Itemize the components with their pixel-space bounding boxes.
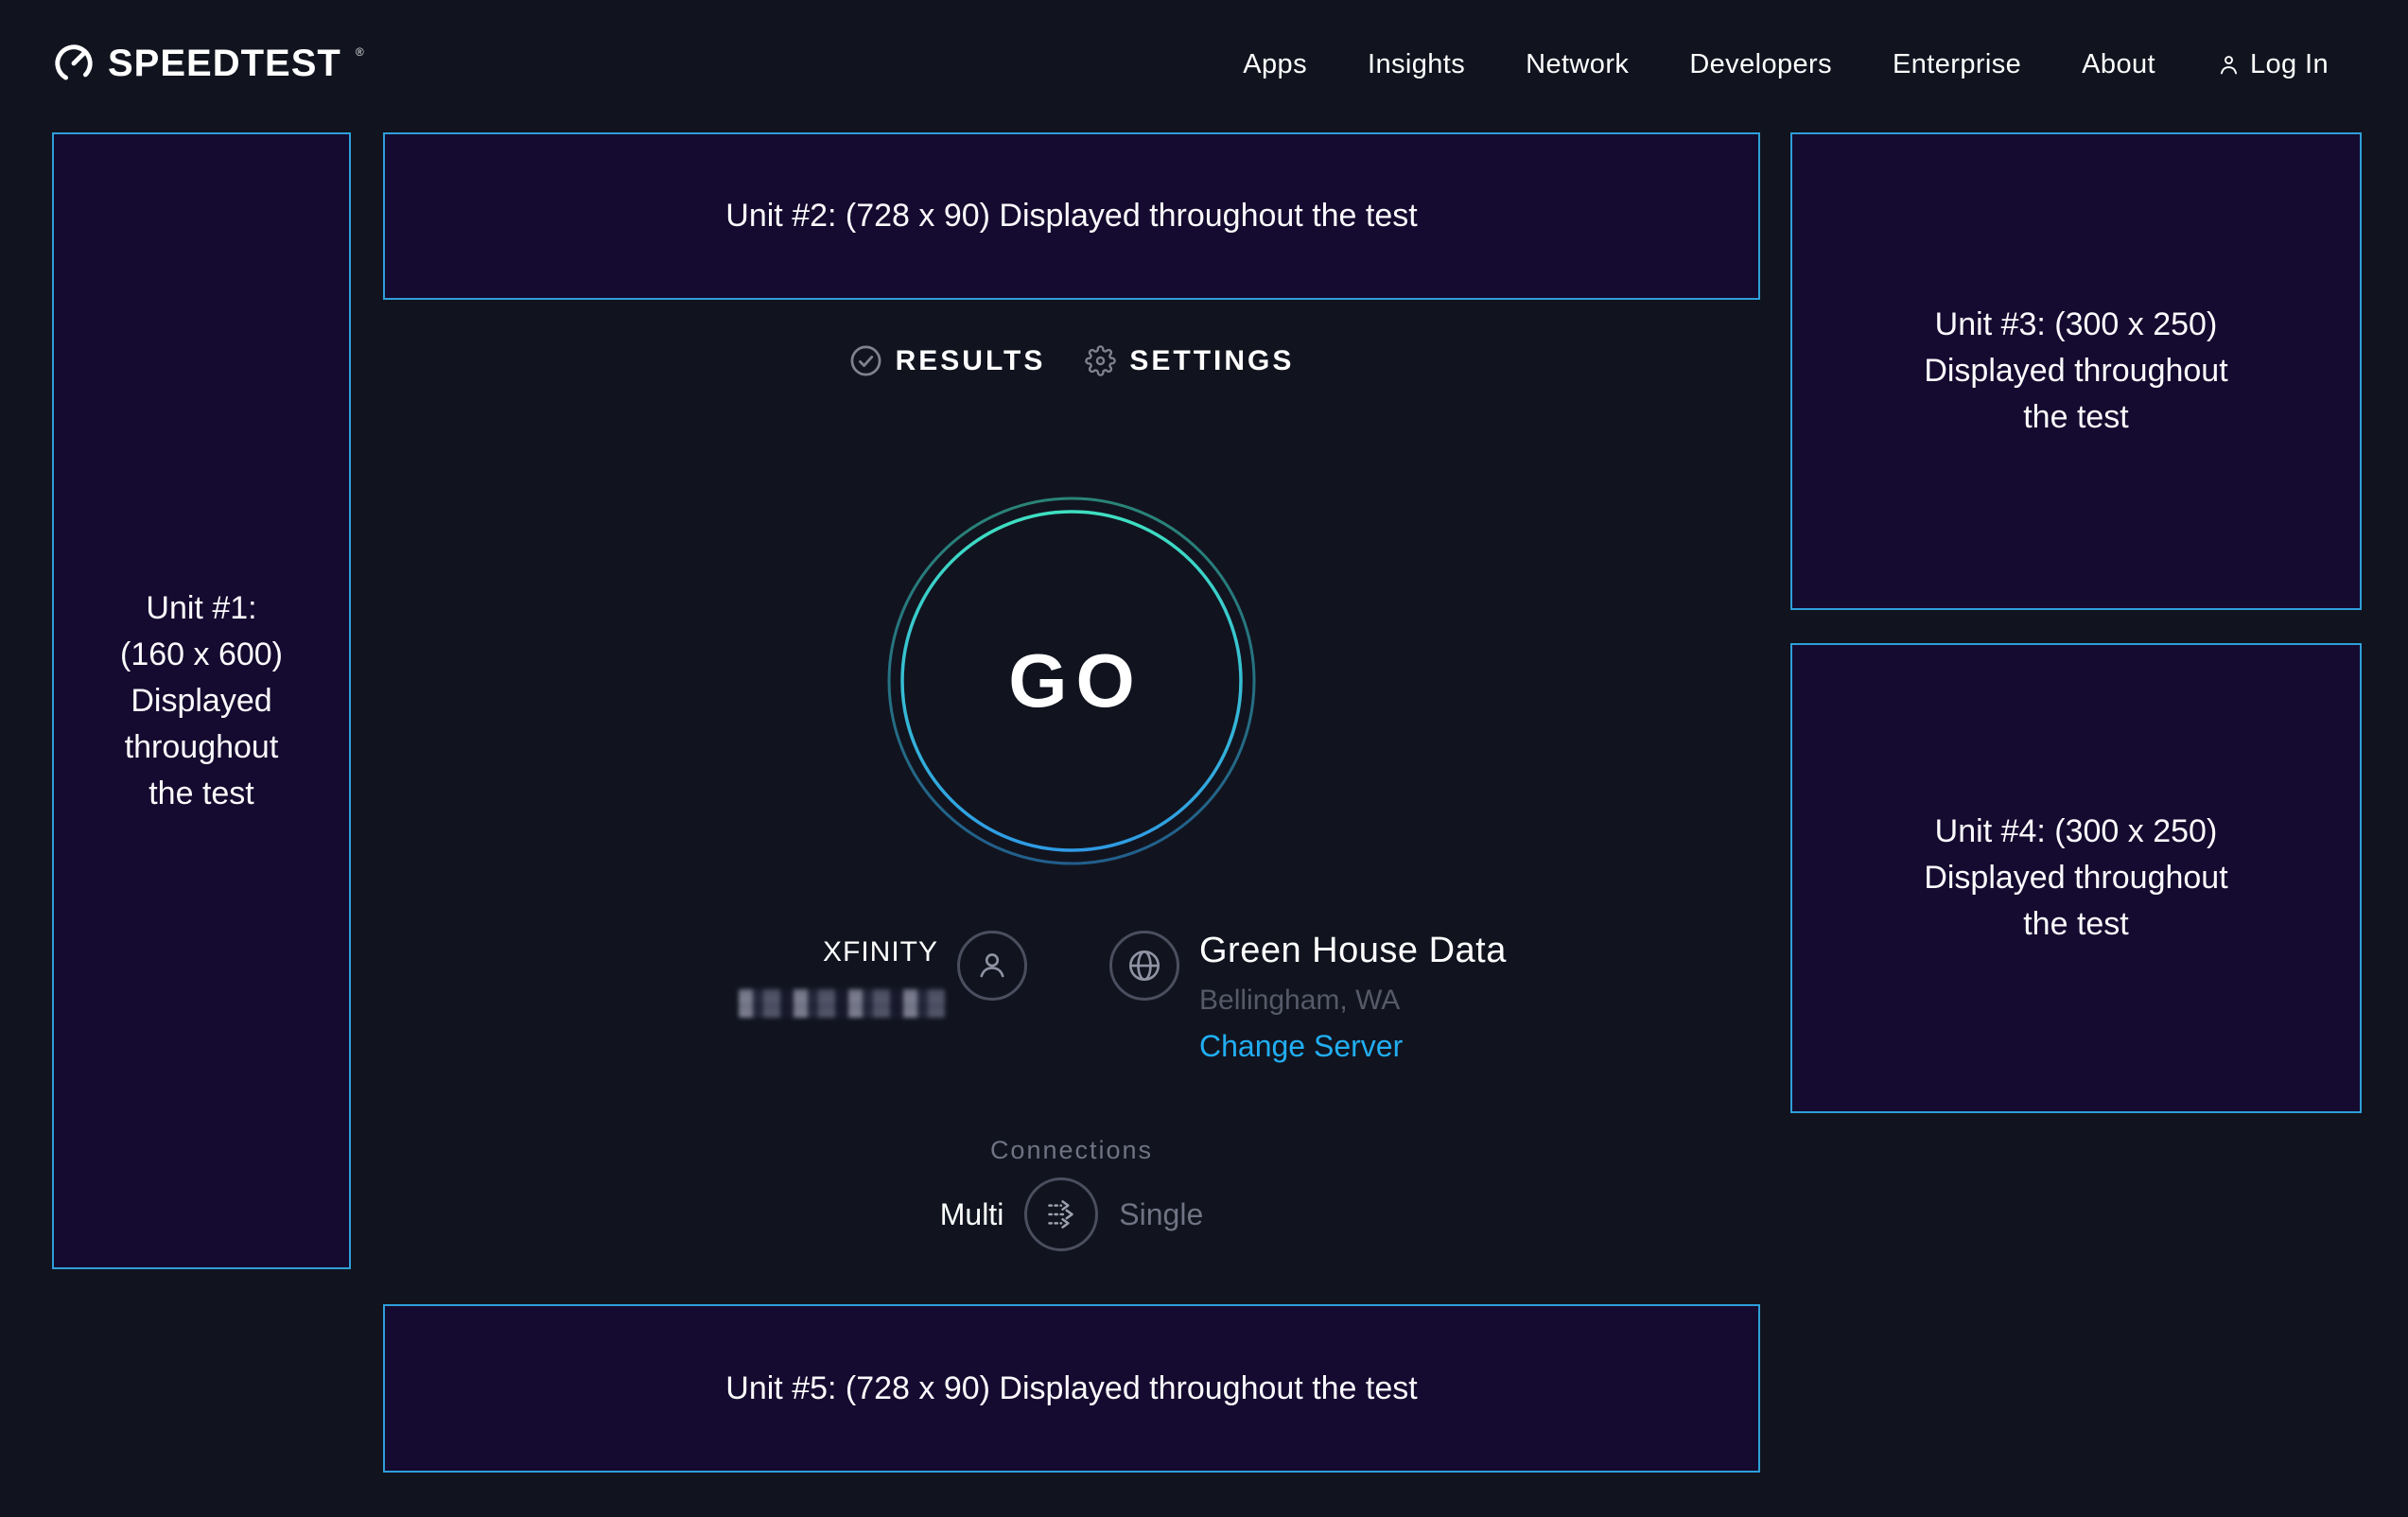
ad-unit-5[interactable]: Unit #5: (728 x 90) Displayed throughout… [383, 1304, 1760, 1473]
change-server-link[interactable]: Change Server [1199, 1030, 1507, 1062]
check-circle-icon [849, 344, 882, 377]
nav-item-insights[interactable]: Insights [1368, 49, 1465, 80]
server-badge [1109, 931, 1179, 1001]
connections-label: Connections [383, 1136, 1760, 1165]
nav-item-about[interactable]: About [2082, 49, 2155, 80]
connections-toggle-row: Multi Single [383, 1177, 1760, 1252]
multi-connections-icon [1039, 1193, 1083, 1236]
ad-unit-3-text: Unit #3: (300 x 250) Displayed throughou… [1924, 302, 2227, 441]
main-nav: Apps Insights Network Developers Enterpr… [1243, 49, 2329, 80]
ad-unit-4[interactable]: Unit #4: (300 x 250) Displayed throughou… [1790, 643, 2362, 1113]
nav-item-network[interactable]: Network [1526, 49, 1629, 80]
tab-results-label: RESULTS [896, 345, 1046, 377]
user-icon [2216, 52, 2242, 78]
go-label: GO [887, 497, 1256, 865]
gauge-icon [52, 42, 96, 85]
isp-name: XFINITY [662, 936, 938, 968]
go-button-area: GO [887, 497, 1256, 865]
go-button[interactable]: GO [887, 497, 1256, 865]
logo-wordmark: SPEEDTEST [108, 43, 341, 84]
server-info: Green House Data Bellingham, WA Change S… [1199, 932, 1507, 1062]
speedtest-logo[interactable]: SPEEDTEST ® [52, 42, 362, 85]
ad-unit-4-text: Unit #4: (300 x 250) Displayed throughou… [1924, 809, 2227, 948]
login-button[interactable]: Log In [2216, 49, 2329, 80]
ad-unit-5-text: Unit #5: (728 x 90) Displayed throughout… [725, 1366, 1417, 1412]
tab-results[interactable]: RESULTS [849, 344, 1046, 377]
tab-bar: RESULTS SETTINGS [383, 344, 1760, 377]
tab-settings[interactable]: SETTINGS [1085, 345, 1294, 377]
ad-unit-2-text: Unit #2: (728 x 90) Displayed throughout… [725, 193, 1417, 239]
speedtest-page: SPEEDTEST ® Apps Insights Network Develo… [0, 0, 2408, 1517]
server-name: Green House Data [1199, 932, 1507, 969]
ad-unit-3[interactable]: Unit #3: (300 x 250) Displayed throughou… [1790, 132, 2362, 610]
gear-icon [1085, 345, 1116, 376]
ad-unit-1[interactable]: Unit #1: (160 x 600) Displayed throughou… [52, 132, 351, 1269]
isp-badge [957, 931, 1027, 1001]
nav-item-developers[interactable]: Developers [1689, 49, 1832, 80]
nav-item-apps[interactable]: Apps [1243, 49, 1307, 80]
globe-icon [1125, 946, 1164, 985]
ad-unit-2[interactable]: Unit #2: (728 x 90) Displayed throughout… [383, 132, 1760, 300]
user-icon [972, 946, 1012, 985]
ad-unit-1-text: Unit #1: (160 x 600) Displayed throughou… [120, 585, 283, 817]
tab-settings-label: SETTINGS [1129, 345, 1294, 377]
connections-multi-option[interactable]: Multi [940, 1197, 1004, 1232]
connections-single-option[interactable]: Single [1119, 1197, 1203, 1232]
nav-item-enterprise[interactable]: Enterprise [1893, 49, 2021, 80]
login-label: Log In [2250, 49, 2329, 80]
server-location: Bellingham, WA [1199, 985, 1507, 1016]
isp-details-redacted [739, 989, 945, 1018]
trademark-mark: ® [356, 45, 364, 59]
connections-toggle-button[interactable] [1024, 1177, 1098, 1251]
